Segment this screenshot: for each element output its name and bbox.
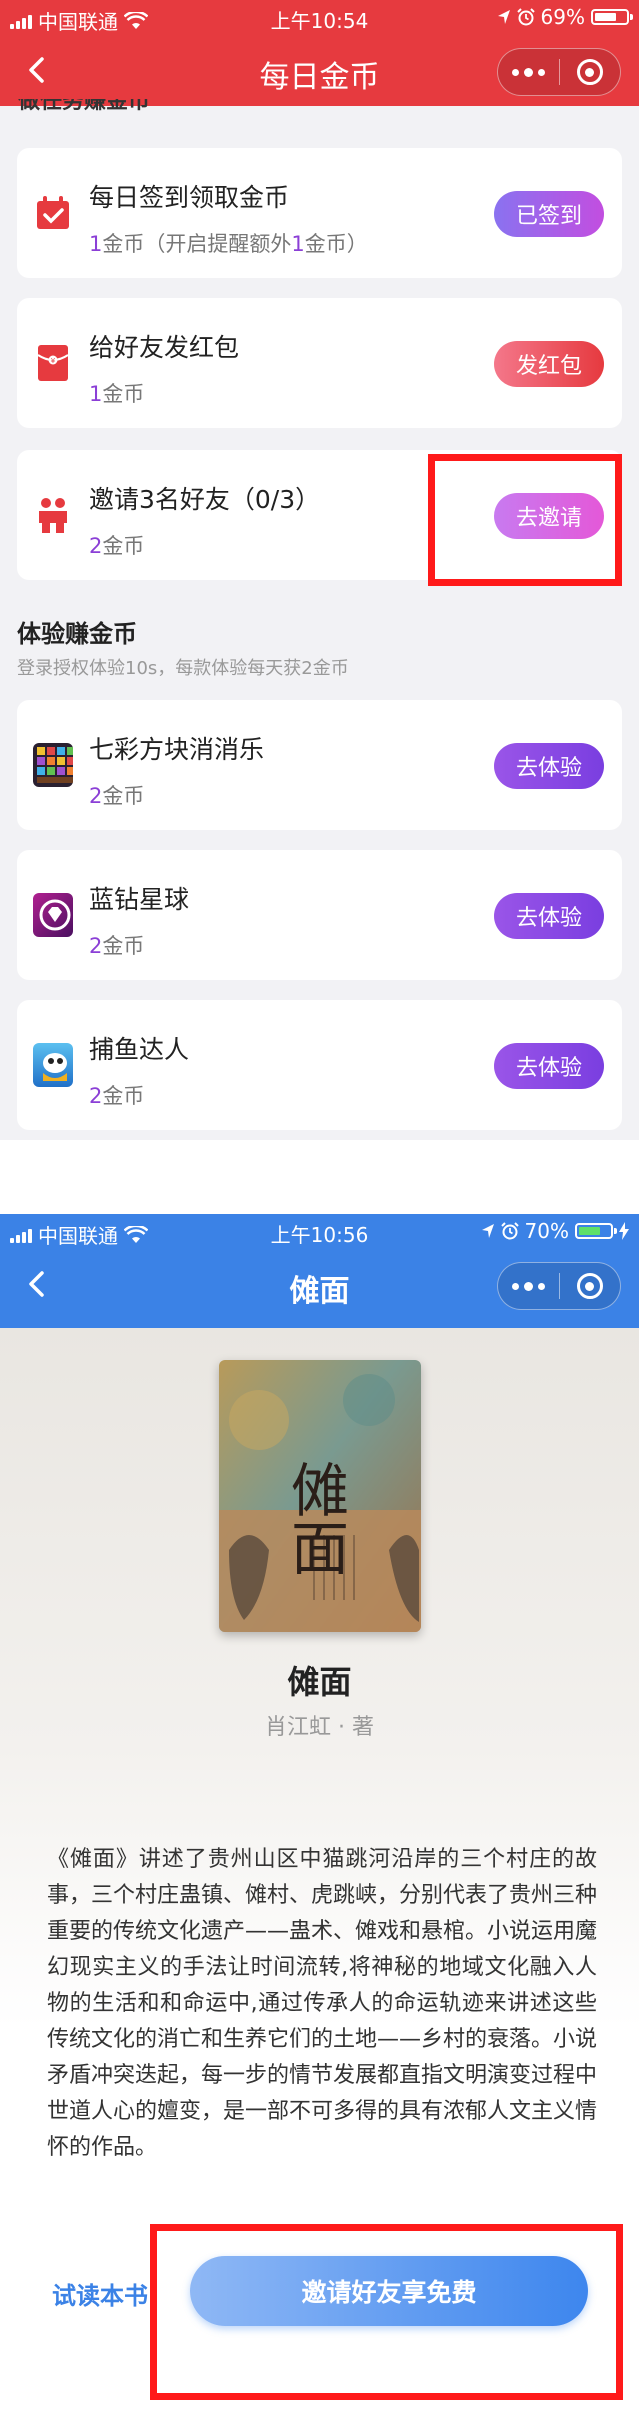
daily-coins-screen: 中国联通 上午10:54 69% 每日金币 做任务赚金币 每日签到领取金币 1金… <box>0 0 639 1140</box>
task-reward: 2金币 <box>89 534 145 558</box>
status-bar: 中国联通 上午10:54 69% <box>0 0 639 36</box>
fishing-game-icon <box>33 1043 73 1087</box>
send-red-envelope-button[interactable]: 发红包 <box>493 341 604 387</box>
more-options-icon[interactable] <box>498 1263 559 1309</box>
try-app-button[interactable]: 去体验 <box>493 1043 604 1089</box>
battery-icon <box>575 1223 617 1239</box>
nav-bar: 傩面 <box>0 1250 639 1320</box>
mini-program-capsule <box>497 48 621 96</box>
battery-percent: 70% <box>524 1219 569 1243</box>
highlight-box <box>428 454 622 586</box>
book-description: 《傩面》讲述了贵州山区中猫跳河沿岸的三个村庄的故事，三个村庄蛊镇、傩村、虎跳峡，… <box>47 1847 598 2160</box>
section-subtitle-experience: 登录授权体验10s，每款体验每天获2金币 <box>17 658 349 679</box>
try-app-button[interactable]: 去体验 <box>493 893 604 939</box>
app-name: 七彩方块消消乐 <box>89 735 265 764</box>
trial-read-link[interactable]: 试读本书 <box>52 2276 148 2311</box>
task-reward: 1金币 <box>89 382 145 406</box>
cover-title-calligraphy: 傩面 <box>281 1460 349 1576</box>
more-options-icon[interactable] <box>498 49 559 95</box>
highlight-box <box>150 2224 623 2400</box>
book-author: 肖江虹 · 著 <box>265 1715 374 1740</box>
app-card-fishing: 捕鱼达人 2金币 去体验 <box>17 1000 622 1130</box>
task-name: 每日签到领取金币 <box>89 183 290 212</box>
app-card-blocks: 七彩方块消消乐 2金币 去体验 <box>17 700 622 830</box>
try-app-button[interactable]: 去体验 <box>493 743 604 789</box>
book-title: 傩面 <box>287 1663 352 1701</box>
task-name: 给好友发红包 <box>89 333 240 362</box>
section-title-tasks: 做任务赚金币 <box>18 99 151 114</box>
block-game-icon <box>33 743 73 787</box>
app-reward: 2金币 <box>89 934 145 958</box>
location-arrow-icon <box>497 10 510 24</box>
battery-percent: 69% <box>540 5 585 29</box>
close-mini-program-icon[interactable] <box>559 49 620 95</box>
red-envelope-icon: ¥ <box>33 343 73 383</box>
location-arrow-icon <box>481 1224 494 1238</box>
mini-program-capsule <box>497 1262 621 1310</box>
nav-bar: 每日金币 <box>0 36 639 106</box>
battery-icon <box>591 9 633 25</box>
task-card-red-envelope: ¥ 给好友发红包 1金币 发红包 <box>17 298 622 428</box>
alarm-icon <box>500 1222 519 1240</box>
friends-icon <box>33 495 73 535</box>
diamond-planet-icon <box>33 893 73 937</box>
status-bar: 中国联通 上午10:56 70% <box>0 1214 639 1250</box>
task-card-checkin: 每日签到领取金币 1金币（开启提醒额外1金币） 已签到 <box>17 148 622 278</box>
app-reward: 2金币 <box>89 1084 145 1108</box>
task-name: 邀请3名好友（0/3） <box>89 485 321 514</box>
section-title-experience: 体验赚金币 <box>17 620 137 648</box>
header-bar: 中国联通 上午10:56 70% 傩面 <box>0 1214 639 1328</box>
svg-text:¥: ¥ <box>51 357 56 365</box>
app-name: 捕鱼达人 <box>89 1035 190 1064</box>
app-name: 蓝钻星球 <box>89 885 190 914</box>
calendar-icon <box>33 193 73 233</box>
book-detail-screen: 中国联通 上午10:56 70% 傩面 傩面 傩面 肖江虹 · 著 《傩面》讲述… <box>0 1214 639 2418</box>
book-cover[interactable]: 傩面 <box>219 1360 421 1632</box>
app-card-blue-diamond: 蓝钻星球 2金币 去体验 <box>17 850 622 980</box>
alarm-icon <box>516 8 535 26</box>
charging-icon <box>619 1222 629 1240</box>
task-reward: 1金币（开启提醒额外1金币） <box>89 232 368 256</box>
close-mini-program-icon[interactable] <box>559 1263 620 1309</box>
app-reward: 2金币 <box>89 784 145 808</box>
checked-in-button[interactable]: 已签到 <box>493 191 604 237</box>
